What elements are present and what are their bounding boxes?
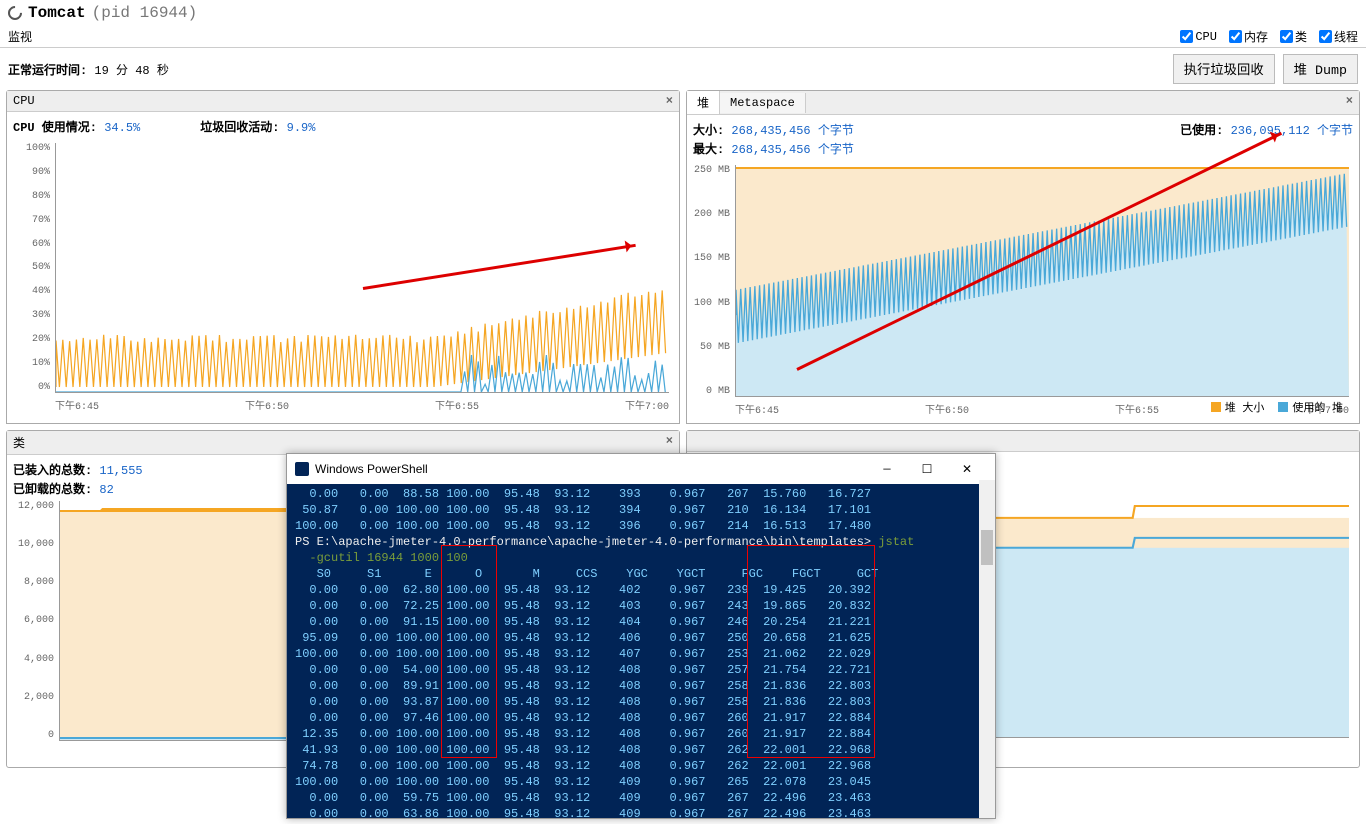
powershell-icon bbox=[295, 462, 309, 476]
cpu-panel: CPU × CPU 使用情况: 34.5% 垃圾回收活动: 9.9% 100%9… bbox=[6, 90, 680, 424]
scrollbar-thumb[interactable] bbox=[981, 530, 993, 565]
tab-metaspace[interactable]: Metaspace bbox=[720, 93, 806, 113]
cpu-title: CPU bbox=[13, 94, 35, 108]
heap-chart: 250 MB200 MB150 MB100 MB50 MB0 MB 下午6:45… bbox=[693, 165, 1353, 417]
loading-icon bbox=[5, 3, 25, 23]
powershell-title-text: Windows PowerShell bbox=[315, 462, 428, 476]
checkbox-cpu[interactable]: CPU bbox=[1180, 28, 1217, 45]
app-name: Tomcat bbox=[28, 4, 86, 22]
minimize-button[interactable]: — bbox=[867, 458, 907, 480]
scrollbar[interactable] bbox=[979, 480, 995, 818]
powershell-titlebar[interactable]: Windows PowerShell — ☐ ✕ bbox=[287, 454, 995, 484]
tab-heap[interactable]: 堆 bbox=[687, 91, 720, 114]
pid-text: (pid 16944) bbox=[92, 4, 198, 22]
legend-heap-used: 使用的 堆 bbox=[1278, 399, 1343, 415]
checkbox-mem[interactable]: 内存 bbox=[1229, 28, 1268, 45]
gc-button[interactable]: 执行垃圾回收 bbox=[1173, 54, 1275, 84]
close-icon[interactable]: × bbox=[666, 94, 673, 108]
menu-bar: 监视 CPU 内存 类 线程 bbox=[0, 26, 1366, 48]
cpu-chart: 100%90%80%70%60%50%40%30%20%10%0% 下午6:45… bbox=[13, 143, 673, 413]
dump-button[interactable]: 堆 Dump bbox=[1283, 54, 1358, 84]
legend-heap-size: 堆 大小 bbox=[1211, 399, 1265, 415]
close-button[interactable]: ✕ bbox=[947, 458, 987, 480]
window-title: Tomcat (pid 16944) bbox=[0, 0, 1366, 26]
powershell-body[interactable]: 0.00 0.00 88.58 100.00 95.48 93.12 393 0… bbox=[287, 484, 995, 824]
close-icon[interactable]: × bbox=[666, 434, 673, 451]
maximize-button[interactable]: ☐ bbox=[907, 458, 947, 480]
heap-panel: 堆 Metaspace × 大小: 268,435,456 个字节 最大: 26… bbox=[686, 90, 1360, 424]
menu-monitor[interactable]: 监视 bbox=[8, 28, 32, 45]
info-bar: 正常运行时间: 19 分 48 秒 执行垃圾回收 堆 Dump bbox=[0, 48, 1366, 90]
checkbox-class[interactable]: 类 bbox=[1280, 28, 1307, 45]
close-icon[interactable]: × bbox=[1340, 91, 1359, 114]
checkbox-thread[interactable]: 线程 bbox=[1319, 28, 1358, 45]
powershell-window[interactable]: Windows PowerShell — ☐ ✕ 0.00 0.00 88.58… bbox=[286, 453, 996, 819]
